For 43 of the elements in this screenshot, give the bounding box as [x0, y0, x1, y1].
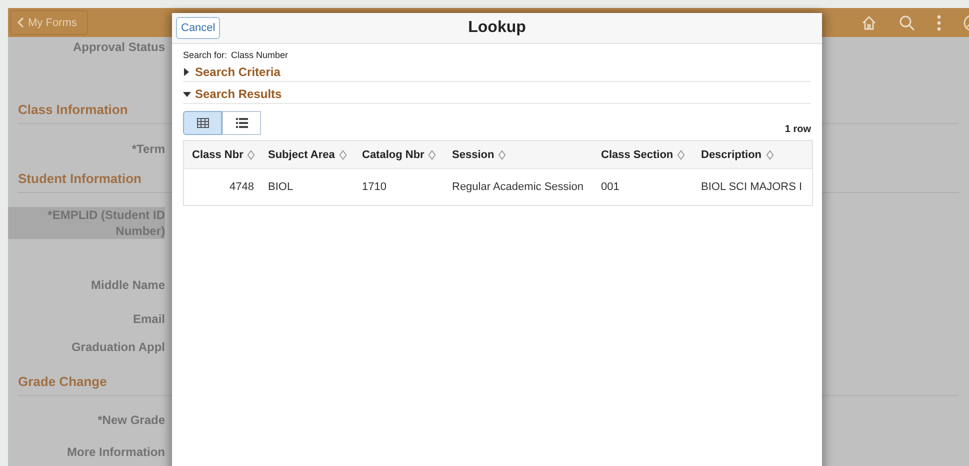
table-cell: BIOL SCI MAJORS I: [701, 181, 802, 193]
section-toggle[interactable]: Search Criteria: [183, 62, 811, 82]
search-icon[interactable]: [899, 14, 915, 30]
column-header[interactable]: Class Nbr: [184, 141, 260, 168]
table-cell: 1710: [362, 181, 386, 193]
section-heading: Grade Change: [18, 374, 107, 389]
field-label: Email: [132, 311, 165, 327]
section-heading: Class Information: [18, 102, 128, 117]
more-icon[interactable]: [937, 14, 941, 30]
column-header[interactable]: Catalog Nbr: [354, 141, 444, 168]
table-cell: 4748: [230, 181, 254, 193]
field-label: *Term: [132, 141, 165, 157]
search-for-label: Search for:: [183, 50, 228, 60]
sort-icon: [677, 150, 686, 160]
grid-icon: [196, 118, 208, 128]
sort-icon: [766, 150, 774, 160]
field-label: More Information: [67, 444, 165, 460]
chevron-left-icon: [17, 17, 24, 28]
view-toggle-button[interactable]: [222, 111, 261, 135]
field-label: Graduation Appl: [71, 339, 165, 355]
field-label: Approval Status: [72, 39, 165, 55]
sort-icon: [498, 150, 506, 160]
sort-icon: [338, 150, 347, 160]
row-count: 1 row: [784, 124, 811, 135]
field-label: *New Grade: [98, 412, 165, 428]
section-toggle[interactable]: Search Results: [183, 84, 811, 104]
sort-icon: [247, 150, 256, 160]
field-label: Middle Name: [90, 277, 165, 293]
search-for-value: Class Number: [231, 50, 288, 60]
table-cell: BIOL: [268, 181, 294, 193]
table-cell: 001: [601, 181, 620, 193]
list-icon: [236, 118, 248, 128]
sort-icon: [428, 150, 436, 160]
column-header[interactable]: Description: [693, 141, 806, 168]
home-icon[interactable]: [861, 14, 877, 30]
cancel-button[interactable]: Cancel: [176, 17, 220, 39]
column-header[interactable]: Class Section: [593, 141, 693, 168]
view-toggle-button[interactable]: [183, 111, 222, 135]
table-cell: Regular Academic Session: [452, 181, 584, 193]
dialog-title: Lookup: [468, 19, 526, 37]
column-header[interactable]: Subject Area: [260, 141, 354, 168]
column-header[interactable]: Session: [444, 141, 593, 168]
section-heading: Student Information: [18, 171, 142, 186]
